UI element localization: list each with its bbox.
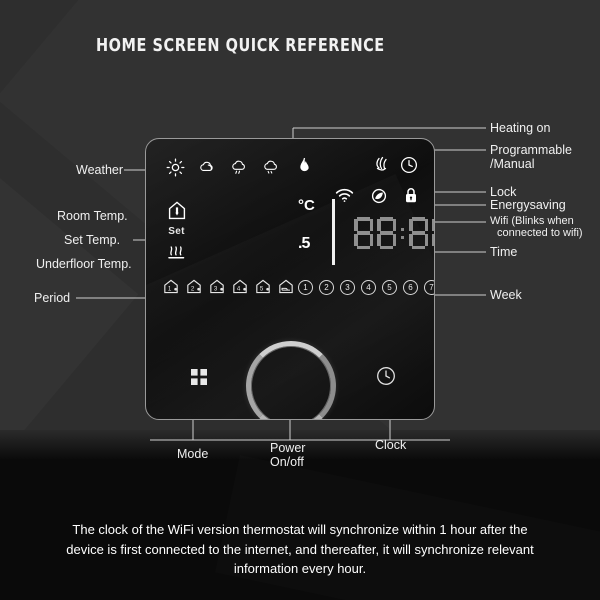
- label-room-temp: Room Temp.: [57, 209, 128, 223]
- week-day-1: 1: [298, 280, 313, 295]
- week-day-2: 2: [319, 280, 334, 295]
- set-indicator: Set: [168, 226, 185, 237]
- week-day-4: 4: [361, 280, 376, 295]
- touch-panel: [146, 311, 434, 419]
- label-week: Week: [490, 288, 522, 302]
- weather-icon-row: [166, 157, 312, 178]
- week-day-5: 5: [382, 280, 397, 295]
- temperature-display: [201, 196, 278, 254]
- period-icon-sleep: [279, 279, 293, 294]
- svg-text:5: 5: [260, 286, 264, 293]
- period-icon-1: 1: [164, 279, 178, 294]
- lcd-divider: [332, 199, 335, 265]
- temperature-unit: °C: [298, 197, 315, 214]
- house-thermometer-icon: [168, 201, 185, 220]
- label-set-temp: Set Temp.: [64, 233, 121, 247]
- time-digit: [409, 217, 428, 249]
- status-icon-group: [335, 187, 418, 204]
- svg-text:4: 4: [237, 286, 241, 293]
- temperature-decimal: .5: [298, 235, 310, 252]
- lock-icon: [406, 188, 416, 203]
- period-icon-5: 5: [256, 279, 270, 294]
- mode-icon-group: [374, 155, 418, 174]
- svg-text:1: 1: [168, 286, 172, 293]
- label-clock: Clock: [375, 438, 407, 452]
- label-period: Period: [34, 291, 71, 305]
- temperature-source-icons: Set: [167, 201, 186, 260]
- label-time: Time: [490, 245, 518, 259]
- label-mode: Mode: [177, 447, 209, 461]
- wifi-icon: [335, 188, 354, 202]
- time-digit: [432, 217, 434, 249]
- label-underfloor-temp: Underfloor Temp.: [36, 257, 132, 271]
- power-button[interactable]: [246, 341, 336, 419]
- footer-note: The clock of the WiFi version thermostat…: [66, 522, 534, 576]
- time-colon: [400, 227, 405, 239]
- clock-button[interactable]: [376, 366, 396, 386]
- underfloor-heat-icon: [168, 246, 185, 259]
- thermostat-device: Set °C .5 1 2 3 4 5 1 2 3 4 5 6 7: [145, 138, 435, 420]
- time-display: [354, 217, 434, 249]
- period-icon-row: 1 2 3 4 5: [163, 279, 294, 294]
- week-day-6: 6: [403, 280, 418, 295]
- rain-cloud-icon: [232, 160, 245, 174]
- time-digit: [354, 217, 373, 249]
- partly-cloudy-icon: [200, 161, 213, 171]
- label-wifi-line2: connected to wifi): [497, 227, 583, 239]
- week-day-7: 7: [424, 280, 434, 295]
- snow-cloud-icon: [264, 160, 277, 174]
- temperature-digit: [201, 196, 235, 254]
- manual-hand-icon: [376, 156, 387, 171]
- week-day-3: 3: [340, 280, 355, 295]
- svg-text:3: 3: [214, 286, 218, 293]
- svg-text:2: 2: [191, 286, 195, 293]
- lcd-display: Set °C .5 1 2 3 4 5 1 2 3 4 5 6 7: [146, 139, 434, 311]
- period-icon-4: 4: [233, 279, 247, 294]
- mode-button[interactable]: [190, 368, 208, 386]
- period-icon-3: 3: [210, 279, 224, 294]
- temperature-digit: [244, 196, 278, 254]
- label-manual: /Manual: [490, 157, 535, 171]
- label-weather: Weather: [76, 163, 124, 177]
- label-power-line2: On/off: [270, 455, 304, 469]
- sun-icon: [166, 158, 185, 177]
- energysaving-icon: [371, 188, 387, 203]
- flame-icon: [300, 157, 309, 172]
- label-energysaving: Energysaving: [490, 198, 566, 212]
- page-title: HOME SCREEN QUICK REFERENCE: [96, 36, 385, 56]
- time-digit: [377, 217, 396, 249]
- period-icon-2: 2: [187, 279, 201, 294]
- label-heating-on: Heating on: [490, 121, 551, 135]
- programmable-clock-icon: [400, 156, 418, 173]
- week-number-row: 1234567: [298, 280, 434, 295]
